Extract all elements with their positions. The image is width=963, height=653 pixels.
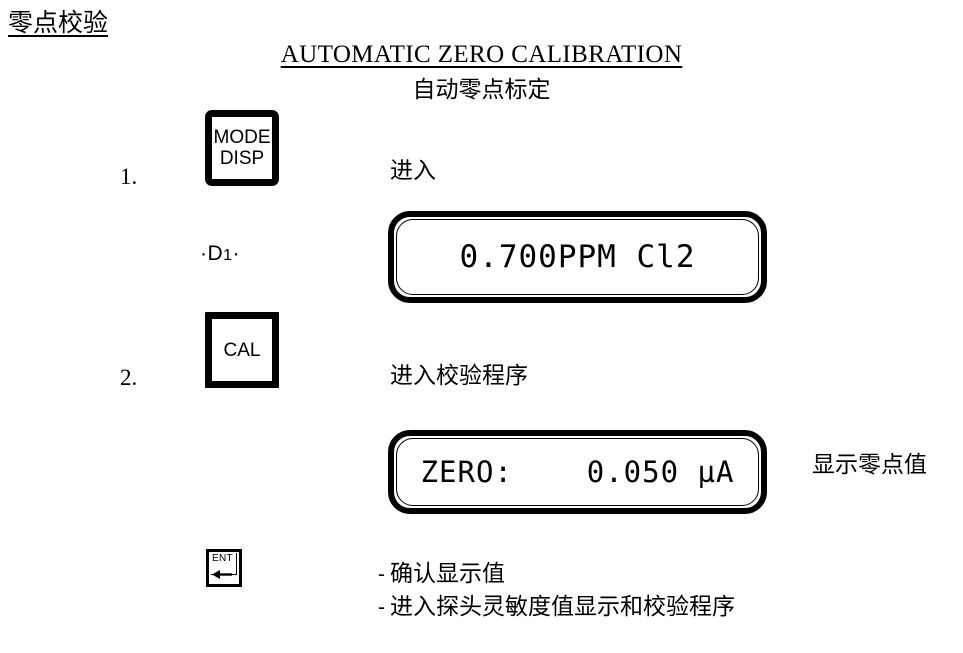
step-2-number: 2. <box>120 365 138 390</box>
sensor-channel-suffix: · <box>232 242 241 265</box>
enter-arrow-icon <box>212 570 232 579</box>
sensor-channel-index: 1 <box>223 247 233 264</box>
ent-action-list: - 确认显示值 - 进入探头灵敏度值显示和校验程序 <box>378 558 938 624</box>
sensor-channel-prefix: ·D <box>200 242 224 265</box>
step-2-annotation: 进入校验程序 <box>390 363 528 389</box>
lcd-display-zero-side-note: 显示零点值 <box>812 452 927 478</box>
cal-button[interactable]: CAL <box>205 312 279 388</box>
sensor-channel-label: ·D1· <box>200 242 240 268</box>
lcd-display-zero-bezel: ZERO: 0.050 µA <box>396 438 759 506</box>
ent-button-label: ENT <box>212 553 233 564</box>
lcd-display-zero: ZERO: 0.050 µA <box>388 430 767 514</box>
lcd-display-reading-bezel: 0.700PPM Cl2 <box>396 219 759 295</box>
ent-button[interactable]: ENT <box>206 549 242 587</box>
lcd-display-zero-text: ZERO: 0.050 µA <box>420 455 735 489</box>
mode-disp-button[interactable]: MODE DISP <box>205 110 279 186</box>
page-title-chinese: 自动零点标定 <box>412 77 551 103</box>
list-item-dash: - <box>378 596 385 619</box>
mode-disp-button-label-line2: DISP <box>219 148 265 169</box>
step-1-number: 1. <box>120 164 138 189</box>
page-title-english-text: AUTOMATIC ZERO CALIBRATION <box>280 41 683 68</box>
list-item-label: 进入探头灵敏度值显示和校验程序 <box>390 594 735 620</box>
list-item-label: 确认显示值 <box>390 561 505 587</box>
step-1-annotation: 进入 <box>390 158 436 184</box>
list-item: - 进入探头灵敏度值显示和校验程序 <box>378 591 938 624</box>
cal-button-label: CAL <box>223 339 261 361</box>
list-item-dash: - <box>378 563 385 586</box>
mode-disp-button-label-line1: MODE <box>213 127 271 148</box>
lcd-display-reading: 0.700PPM Cl2 <box>388 211 767 303</box>
page-title-english: AUTOMATIC ZERO CALIBRATION <box>0 40 963 70</box>
section-title: 零点校验 <box>8 8 109 37</box>
lcd-display-reading-text: 0.700PPM Cl2 <box>459 239 696 275</box>
list-item: - 确认显示值 <box>378 558 938 591</box>
